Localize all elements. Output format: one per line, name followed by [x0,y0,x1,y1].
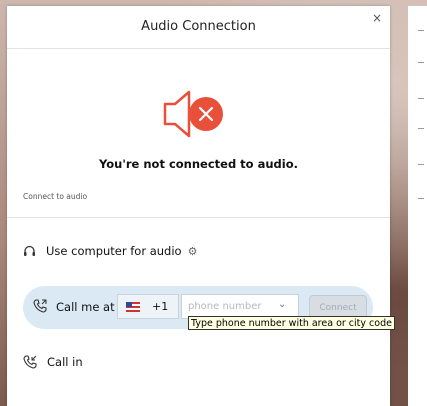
call-in-label: Call in [47,355,83,369]
call-me-label: Call me at [56,300,115,314]
chevron-down-icon[interactable]: ⌄ [278,299,286,310]
phone-out-icon [33,299,47,313]
country-code-selector[interactable]: +1 [117,294,179,319]
use-computer-audio-label: Use computer for audio [46,244,182,258]
audio-status-area: You're not connected to audio. Connect t… [7,49,390,218]
phone-in-icon [23,355,37,369]
dialog-title: Audio Connection [141,19,256,34]
speaker-muted-icon [163,90,223,138]
audio-connection-dialog: Audio Connection × You're not connected … [7,6,390,406]
close-icon[interactable]: × [372,11,382,25]
call-in-option[interactable]: Call in [23,342,83,382]
connect-to-audio-label: Connect to audio [23,192,88,201]
not-connected-message: You're not connected to audio. [99,157,298,171]
country-code: +1 [152,300,169,313]
use-computer-audio-option[interactable]: Use computer for audio ⚙ [23,231,197,271]
gear-icon[interactable]: ⚙ [188,245,198,258]
phone-input-tooltip: Type phone number with area or city code [188,316,395,330]
dialog-header: Audio Connection × [7,6,390,49]
headset-icon [24,245,35,256]
us-flag-icon [126,301,140,312]
side-panel [408,6,427,406]
